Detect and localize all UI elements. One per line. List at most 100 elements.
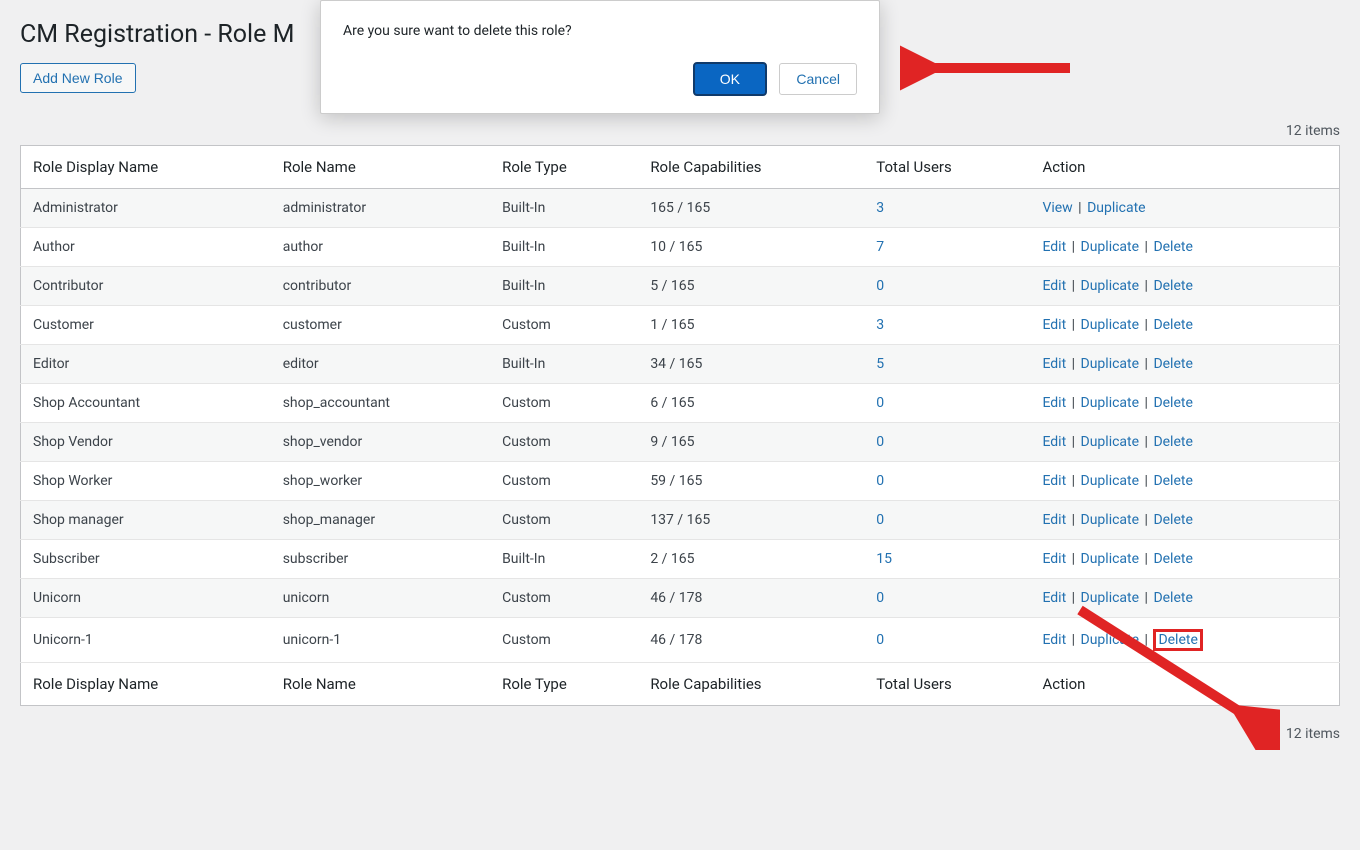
col-caps: Role Capabilities	[638, 146, 864, 189]
cell-action: Edit | Duplicate | Delete	[1030, 540, 1339, 579]
edit-link[interactable]: Edit	[1042, 473, 1066, 489]
col-display: Role Display Name	[21, 146, 271, 189]
delete-link[interactable]: Delete	[1153, 356, 1192, 372]
separator: |	[1066, 395, 1080, 411]
cell-caps: 2 / 165	[638, 540, 864, 579]
highlight-box: Delete	[1153, 629, 1202, 651]
table-row: Unicorn-1unicorn-1Custom46 / 1780Edit | …	[21, 618, 1340, 663]
users-link[interactable]: 0	[876, 278, 884, 294]
separator: |	[1066, 239, 1080, 255]
users-link[interactable]: 7	[876, 239, 884, 255]
col-users-foot: Total Users	[864, 663, 1030, 706]
delete-link[interactable]: Delete	[1153, 473, 1192, 489]
edit-link[interactable]: Edit	[1042, 632, 1066, 648]
cell-caps: 1 / 165	[638, 306, 864, 345]
cell-caps: 34 / 165	[638, 345, 864, 384]
users-link[interactable]: 0	[876, 632, 884, 648]
separator: |	[1066, 512, 1080, 528]
duplicate-link[interactable]: Duplicate	[1087, 200, 1146, 216]
users-link[interactable]: 3	[876, 317, 884, 333]
edit-link[interactable]: Edit	[1042, 278, 1066, 294]
separator: |	[1139, 434, 1153, 450]
duplicate-link[interactable]: Duplicate	[1081, 632, 1140, 648]
users-link[interactable]: 0	[876, 512, 884, 528]
delete-link[interactable]: Delete	[1153, 590, 1192, 606]
duplicate-link[interactable]: Duplicate	[1081, 278, 1140, 294]
table-row: AdministratoradministratorBuilt-In165 / …	[21, 189, 1340, 228]
duplicate-link[interactable]: Duplicate	[1081, 551, 1140, 567]
delete-link[interactable]: Delete	[1153, 239, 1192, 255]
cell-caps: 46 / 178	[638, 579, 864, 618]
table-row: EditoreditorBuilt-In34 / 1655Edit | Dupl…	[21, 345, 1340, 384]
duplicate-link[interactable]: Duplicate	[1081, 434, 1140, 450]
cell-type: Custom	[490, 423, 638, 462]
separator: |	[1139, 473, 1153, 489]
col-users: Total Users	[864, 146, 1030, 189]
cell-caps: 10 / 165	[638, 228, 864, 267]
col-type-foot: Role Type	[490, 663, 638, 706]
duplicate-link[interactable]: Duplicate	[1081, 395, 1140, 411]
delete-link[interactable]: Delete	[1153, 317, 1192, 333]
cell-type: Built-In	[490, 189, 638, 228]
cell-action: Edit | Duplicate | Delete	[1030, 423, 1339, 462]
delete-link[interactable]: Delete	[1153, 395, 1192, 411]
duplicate-link[interactable]: Duplicate	[1081, 512, 1140, 528]
cell-name: subscriber	[271, 540, 490, 579]
separator: |	[1066, 473, 1080, 489]
add-new-role-button[interactable]: Add New Role	[20, 63, 136, 93]
edit-link[interactable]: Edit	[1042, 395, 1066, 411]
edit-link[interactable]: Edit	[1042, 551, 1066, 567]
duplicate-link[interactable]: Duplicate	[1081, 590, 1140, 606]
edit-link[interactable]: Edit	[1042, 434, 1066, 450]
users-link[interactable]: 0	[876, 473, 884, 489]
cell-caps: 59 / 165	[638, 462, 864, 501]
cell-display: Shop Accountant	[21, 384, 271, 423]
users-link[interactable]: 15	[876, 551, 892, 567]
ok-button[interactable]: OK	[694, 63, 766, 95]
table-row: Shop Vendorshop_vendorCustom9 / 1650Edit…	[21, 423, 1340, 462]
edit-link[interactable]: Edit	[1042, 356, 1066, 372]
delete-link[interactable]: Delete	[1153, 512, 1192, 528]
separator: |	[1066, 317, 1080, 333]
cell-users: 0	[864, 384, 1030, 423]
delete-link[interactable]: Delete	[1158, 632, 1197, 648]
edit-link[interactable]: Edit	[1042, 317, 1066, 333]
table-row: CustomercustomerCustom1 / 1653Edit | Dup…	[21, 306, 1340, 345]
users-link[interactable]: 0	[876, 590, 884, 606]
view-link[interactable]: View	[1042, 200, 1072, 216]
cell-name: shop_worker	[271, 462, 490, 501]
cell-name: administrator	[271, 189, 490, 228]
col-name-foot: Role Name	[271, 663, 490, 706]
edit-link[interactable]: Edit	[1042, 590, 1066, 606]
cell-action: Edit | Duplicate | Delete	[1030, 345, 1339, 384]
cell-users: 0	[864, 579, 1030, 618]
cell-caps: 137 / 165	[638, 501, 864, 540]
edit-link[interactable]: Edit	[1042, 239, 1066, 255]
users-link[interactable]: 5	[876, 356, 884, 372]
separator: |	[1139, 356, 1153, 372]
delete-link[interactable]: Delete	[1153, 551, 1192, 567]
separator: |	[1139, 317, 1153, 333]
cell-caps: 9 / 165	[638, 423, 864, 462]
users-link[interactable]: 0	[876, 395, 884, 411]
duplicate-link[interactable]: Duplicate	[1081, 473, 1140, 489]
duplicate-link[interactable]: Duplicate	[1081, 317, 1140, 333]
delete-link[interactable]: Delete	[1153, 278, 1192, 294]
edit-link[interactable]: Edit	[1042, 512, 1066, 528]
cell-action: Edit | Duplicate | Delete	[1030, 462, 1339, 501]
users-link[interactable]: 3	[876, 200, 884, 216]
separator: |	[1066, 278, 1080, 294]
cell-type: Built-In	[490, 345, 638, 384]
cell-action: Edit | Duplicate | Delete	[1030, 228, 1339, 267]
cancel-button[interactable]: Cancel	[779, 63, 857, 95]
duplicate-link[interactable]: Duplicate	[1081, 239, 1140, 255]
duplicate-link[interactable]: Duplicate	[1081, 356, 1140, 372]
cell-users: 15	[864, 540, 1030, 579]
cell-caps: 165 / 165	[638, 189, 864, 228]
cell-display: Contributor	[21, 267, 271, 306]
cell-users: 3	[864, 189, 1030, 228]
cell-action: Edit | Duplicate | Delete	[1030, 501, 1339, 540]
delete-link[interactable]: Delete	[1153, 434, 1192, 450]
roles-table: Role Display Name Role Name Role Type Ro…	[20, 145, 1340, 706]
users-link[interactable]: 0	[876, 434, 884, 450]
